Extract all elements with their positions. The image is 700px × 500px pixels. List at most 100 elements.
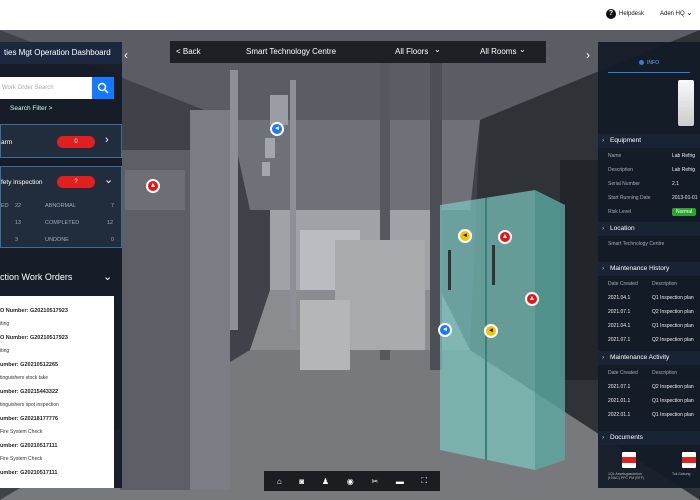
stat-value: 22: [15, 203, 22, 209]
scissors-icon[interactable]: ✂: [371, 477, 378, 486]
search-button[interactable]: [92, 77, 114, 99]
home-icon[interactable]: ⌂: [277, 477, 282, 486]
safety-inspection-card[interactable]: fety inspection ? ⌄ ED 22 ABNORMAL 7 13 …: [0, 166, 122, 248]
viewport-toolbar: ⌂ ◙ ♟ ◉ ✂ ▬ ⛶: [264, 471, 440, 491]
eye-icon[interactable]: ◉: [347, 477, 354, 486]
floor-select[interactable]: All Floors: [395, 47, 428, 56]
work-order-number: umber: G20215443322: [0, 389, 59, 395]
warning-marker[interactable]: ◂: [458, 229, 472, 243]
person-icon[interactable]: ♟: [322, 477, 329, 486]
work-order-number: O Number: G20210517923: [0, 308, 68, 314]
field-value: Lab Refrig: [672, 153, 696, 159]
safety-count-badge: ?: [57, 176, 95, 188]
work-order-number: O Number: G20210517923: [0, 335, 68, 341]
list-item[interactable]: umber: G20210512265 tinguishers stock tak…: [0, 362, 58, 381]
top-bar: ? Helpdesk Aden HQ ⌄: [0, 0, 700, 30]
equipment-section-header[interactable]: Equipment: [598, 134, 700, 148]
location-section-header[interactable]: Location: [598, 222, 700, 236]
stat-value: 12: [107, 220, 114, 226]
list-item[interactable]: umber: G20218177776 Fire System Check: [0, 416, 58, 435]
table-cell: 2021.07.1: [608, 384, 631, 390]
column-header: Description: [652, 370, 678, 376]
stat-label: ABNORMAL: [45, 203, 76, 209]
table-cell[interactable]: Q2 Inspection plan: [652, 337, 694, 343]
risk-level-badge: Normal: [672, 208, 697, 216]
stat-value: 13: [15, 220, 22, 226]
stat-label: UNDONE: [45, 237, 69, 243]
alarm-card[interactable]: arm 0 ›: [0, 124, 122, 158]
right-panel: INFO Equipment Name Lab Refrig Descriptio…: [598, 42, 700, 488]
maintenance-activity-header[interactable]: Maintenance Activity: [598, 351, 700, 365]
dashboard-title: ties Mgt Operation Dashboard: [0, 42, 122, 64]
work-order-desc: Fire System Check: [0, 429, 43, 435]
search-filter-link[interactable]: Search Filter >: [10, 105, 52, 112]
chevron-down-icon[interactable]: ⌄: [686, 8, 693, 17]
alarm-count-badge: 0: [57, 136, 95, 148]
chevron-down-icon[interactable]: ⌄: [434, 45, 441, 54]
alarm-marker[interactable]: ▲: [525, 292, 539, 306]
table-cell: 2021.04.1: [608, 323, 631, 329]
table-cell[interactable]: Q1 Inspection plan: [652, 323, 694, 329]
camera-icon[interactable]: ◙: [299, 477, 304, 486]
work-order-list: O Number: G20210517923 iting O Number: G2…: [0, 296, 114, 488]
stat-value: 3: [15, 237, 19, 243]
location-navbar: < Back Smart Technology Centre All Floor…: [170, 41, 546, 63]
pdf-icon[interactable]: [682, 452, 696, 468]
help-icon: ?: [606, 9, 616, 19]
info-tab-dot-icon: [639, 60, 645, 66]
work-order-search-input[interactable]: Work Order Search: [0, 77, 92, 99]
work-order-number: umber: G20210517111: [0, 470, 58, 476]
documents-header[interactable]: Documents: [598, 431, 700, 445]
list-item[interactable]: umber: G20215443322 tinguishers spot insp…: [0, 389, 59, 408]
info-marker[interactable]: ◂: [270, 122, 284, 136]
site-name: Smart Technology Centre: [246, 47, 337, 56]
alarm-marker[interactable]: ▲: [146, 179, 160, 193]
list-item[interactable]: umber: G20210517111: [0, 470, 58, 476]
table-cell: 2021.07.1: [608, 309, 631, 315]
stat-label: ED: [1, 203, 9, 209]
document-name[interactable]: Tok Sabung: [672, 472, 691, 476]
collapse-right-arrow-icon[interactable]: ›: [586, 48, 590, 62]
back-button[interactable]: < Back: [176, 47, 201, 56]
field-value: Lab Refrig: [672, 167, 696, 173]
chevron-down-icon[interactable]: ⌄: [104, 173, 113, 186]
stat-value: 7: [111, 203, 115, 209]
warning-marker[interactable]: ◂: [484, 324, 498, 338]
user-menu[interactable]: Aden HQ: [660, 11, 685, 17]
collapse-left-arrow-icon[interactable]: ‹: [124, 48, 128, 62]
list-item[interactable]: umber: G20210517111 Fire System Check: [0, 443, 58, 462]
table-cell[interactable]: Q2 Inspection plan: [652, 309, 694, 315]
table-cell[interactable]: Q2 Inspection plan: [652, 384, 694, 390]
work-order-desc: tinguishers stock take: [0, 375, 49, 381]
document-name[interactable]: 1Q1 Assetsgasolution (HVAC) PPC PM (BTF): [608, 472, 652, 480]
info-marker[interactable]: ◂: [438, 323, 452, 337]
table-cell: 2022.01.1: [608, 412, 631, 418]
left-panel: ties Mgt Operation Dashboard Work Order …: [0, 42, 122, 488]
column-header: Date Created: [608, 281, 638, 287]
field-label: Description: [608, 167, 634, 173]
chevron-down-icon[interactable]: ⌄: [103, 270, 112, 283]
table-cell[interactable]: Q1 Inspection plan: [652, 398, 694, 404]
list-item[interactable]: O Number: G20210517923 iting: [0, 308, 68, 327]
location-value: Smart Technology Centre: [608, 241, 665, 247]
work-order-desc: iting: [0, 321, 10, 327]
work-order-number: umber: G20218177776: [0, 416, 59, 422]
list-item[interactable]: O Number: G20210517923 iting: [0, 335, 68, 354]
table-cell[interactable]: Q1 Inspection plan: [652, 295, 694, 301]
fullscreen-icon[interactable]: ⛶: [422, 476, 428, 486]
table-cell[interactable]: Q1 Inspection plan: [652, 412, 694, 418]
pdf-icon[interactable]: [622, 452, 636, 468]
ruler-icon[interactable]: ▬: [396, 477, 404, 486]
tab-info-label: INFO: [647, 60, 659, 66]
room-select[interactable]: All Rooms: [480, 47, 516, 56]
chevron-down-icon[interactable]: ⌄: [519, 45, 526, 54]
alarm-label: arm: [1, 139, 13, 146]
safety-inspection-label: fety inspection: [1, 179, 43, 186]
chevron-right-icon[interactable]: ›: [105, 134, 109, 146]
maintenance-history-header[interactable]: Maintenance History: [598, 262, 700, 276]
alarm-marker[interactable]: ▲: [498, 230, 512, 244]
field-label: Serial Number: [608, 181, 640, 187]
helpdesk-label: Helpdesk: [619, 11, 645, 17]
work-order-number: umber: G20210517111: [0, 443, 58, 449]
helpdesk-link[interactable]: ? Helpdesk: [606, 9, 644, 19]
